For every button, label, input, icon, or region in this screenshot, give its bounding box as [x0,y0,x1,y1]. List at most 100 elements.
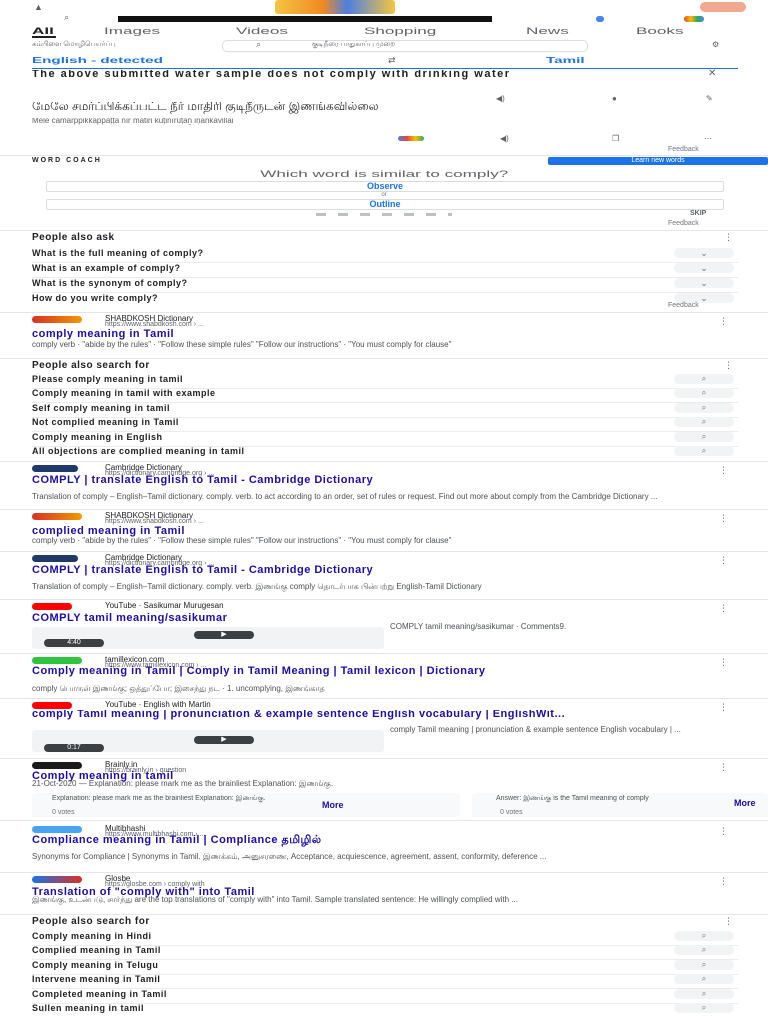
share-icon[interactable]: ⋯ [704,134,712,143]
source-text-input[interactable]: The above submitted water sample does no… [32,70,592,92]
play-icon[interactable]: ▶ [194,631,254,639]
clear-text-icon[interactable]: ✕ [708,68,716,79]
refine-row: கம்பிளை மொழிபெயர்ப்பு ⌕ குடிநீரை பாதுகாப… [0,39,768,52]
related-search-item[interactable]: Not complied meaning in Tamil ⌕ [32,417,738,432]
word-coach-option-observe[interactable]: Observe [46,181,724,192]
divider [0,155,768,156]
source-language-select[interactable]: English - detected [32,56,163,65]
result-title-link[interactable]: complied meaning in Tamil [32,525,185,537]
paa-question[interactable]: What is the full meaning of comply? ⌄ [32,248,738,263]
related-search-item[interactable]: Please comply meaning in tamil ⌕ [32,374,738,389]
refine-search-box[interactable] [222,40,588,52]
paa-menu-icon[interactable]: ⋮ [724,232,733,243]
more-options-icon[interactable]: ⋮ [719,555,728,566]
more-options-icon[interactable]: ⋮ [719,826,728,837]
related-search-item[interactable]: Comply meaning in Telugu ⌕ [32,960,738,975]
answer-more-link[interactable]: More [734,798,756,808]
copy-icon[interactable]: ❐ [612,134,619,143]
word-coach-progress [316,213,452,216]
avatar[interactable] [700,2,746,12]
result-listen-icon[interactable]: ◀) [500,134,509,143]
divider [0,820,768,821]
answer-more-link[interactable]: More [322,800,344,810]
related-search-item[interactable]: Comply meaning in English ⌕ [32,432,738,447]
result-url[interactable]: https://www.shabdkosh.com › ... [105,518,204,525]
related-search-item[interactable]: Comply meaning in Hindi ⌕ [32,931,738,946]
search-icon: ⌕ [674,417,734,427]
youtube-icon [32,702,72,709]
tab-videos[interactable]: Videos [236,26,288,36]
tab-news[interactable]: News [526,26,569,36]
voice-search-icon[interactable] [596,16,604,22]
result-title-link[interactable]: comply meaning in Tamil [32,328,174,340]
apps-icon[interactable] [684,16,704,22]
related-search-item[interactable]: Comply meaning in tamil with example ⌕ [32,388,738,403]
video-caption: comply Tamil meaning | pronunciation & e… [390,726,681,734]
related-menu-icon[interactable]: ⋮ [724,360,733,371]
transliteration: Mēlē camarppikkappaṭṭa nīr mātiri kuṭinī… [32,118,234,125]
search-icon: ⌕ [674,945,734,955]
result-title-link[interactable]: Comply meaning in Tamil | Comply in Tami… [32,666,732,677]
related-search-item[interactable]: Intervene meaning in Tamil ⌕ [32,974,738,989]
result-title-link[interactable]: COMPLY | translate English to Tamil - Ca… [32,565,632,576]
site-favicon [32,876,82,883]
paa-question[interactable]: What is an example of comply? ⌄ [32,263,738,278]
refine-chip-filters[interactable]: குடிநீரை பாதுகாப்பு முறை [312,40,395,49]
chevron-down-icon: ⌄ [674,278,734,288]
menu-icon[interactable]: ▲ [34,2,43,12]
settings-icon[interactable]: ⚙ [712,40,719,49]
more-options-icon[interactable]: ⋮ [719,513,728,524]
related-search-item[interactable]: Sullen meaning in tamil ⌕ [32,1003,738,1017]
translate-feedback-link[interactable]: Feedback [668,146,699,153]
paa-question[interactable]: What is the synonym of comply? ⌄ [32,278,738,293]
video-result: YouTube · Sasikumar Murugesan ⋮ COMPLY t… [0,601,768,651]
result-title-link[interactable]: COMPLY tamil meaning/sasikumar [32,612,227,624]
word-coach-option-outline[interactable]: Outline [46,199,724,210]
related-search-item[interactable]: Complied meaning in Tamil ⌕ [32,945,738,960]
divider [0,358,768,359]
divider [0,872,768,873]
answer-card[interactable]: Explanation: please mark me as the brain… [32,793,460,817]
more-options-icon[interactable]: ⋮ [719,603,728,614]
language-row-divider [32,68,738,69]
paa-question[interactable]: How do you write comply? ⌄ [32,293,738,307]
top-bar: ▲ ⌕ [0,0,768,22]
more-options-icon[interactable]: ⋮ [719,762,728,773]
tab-all[interactable]: All [32,26,54,36]
site-favicon [32,465,78,472]
chevron-down-icon: ⌄ [674,263,734,273]
result-snippet: Synonyms for Compliance | Synonyms in Ta… [32,853,547,861]
more-options-icon[interactable]: ⋮ [719,876,728,887]
target-language-select[interactable]: Tamil [546,56,585,65]
tab-shopping[interactable]: Shopping [364,26,436,36]
related-menu-icon[interactable]: ⋮ [724,916,733,927]
query-bar[interactable] [118,16,492,22]
related-search-item[interactable]: All objections are complied meaning in t… [32,446,738,460]
divider [0,914,768,915]
result-title-link[interactable]: COMPLY | translate English to Tamil - Ca… [32,475,632,486]
result-snippet: 21-Oct-2020 — Explanation: please mark m… [32,780,334,788]
more-options-icon[interactable]: ⋮ [719,316,728,327]
word-coach-feedback-link[interactable]: Feedback [668,220,699,227]
play-icon[interactable]: ▶ [194,736,254,744]
related-search-item[interactable]: Self comply meaning in tamil ⌕ [32,403,738,418]
refine-chip-query[interactable]: கம்பிளை மொழிபெயர்ப்பு [32,40,116,49]
related-search-item[interactable]: Completed meaning in Tamil ⌕ [32,989,738,1004]
word-coach-card: WORD COACH Learn new words Which word is… [0,157,768,229]
result-url[interactable]: https://www.shabdkosh.com › ... [105,321,204,328]
search-icon: ⌕ [674,403,734,413]
tab-images[interactable]: Images [104,26,160,36]
learn-new-words-button[interactable]: Learn new words [548,157,768,165]
search-icon: ⌕ [674,446,734,456]
skip-button[interactable]: SKIP [690,210,706,217]
search-icon[interactable]: ⌕ [64,12,69,23]
more-options-icon[interactable]: ⋮ [719,465,728,476]
divider [0,758,768,759]
site-favicon [32,762,82,769]
swap-languages-icon[interactable]: ⇄ [388,55,396,66]
doodle-logo[interactable] [275,0,395,14]
tab-books[interactable]: Books [636,26,684,36]
result-title-link[interactable]: Compliance meaning in Tamil | Compliance… [32,835,632,846]
paa-feedback-link[interactable]: Feedback [668,302,699,309]
answer-card[interactable]: Answer: இணங்கு is the Tamil meaning of c… [472,793,768,817]
